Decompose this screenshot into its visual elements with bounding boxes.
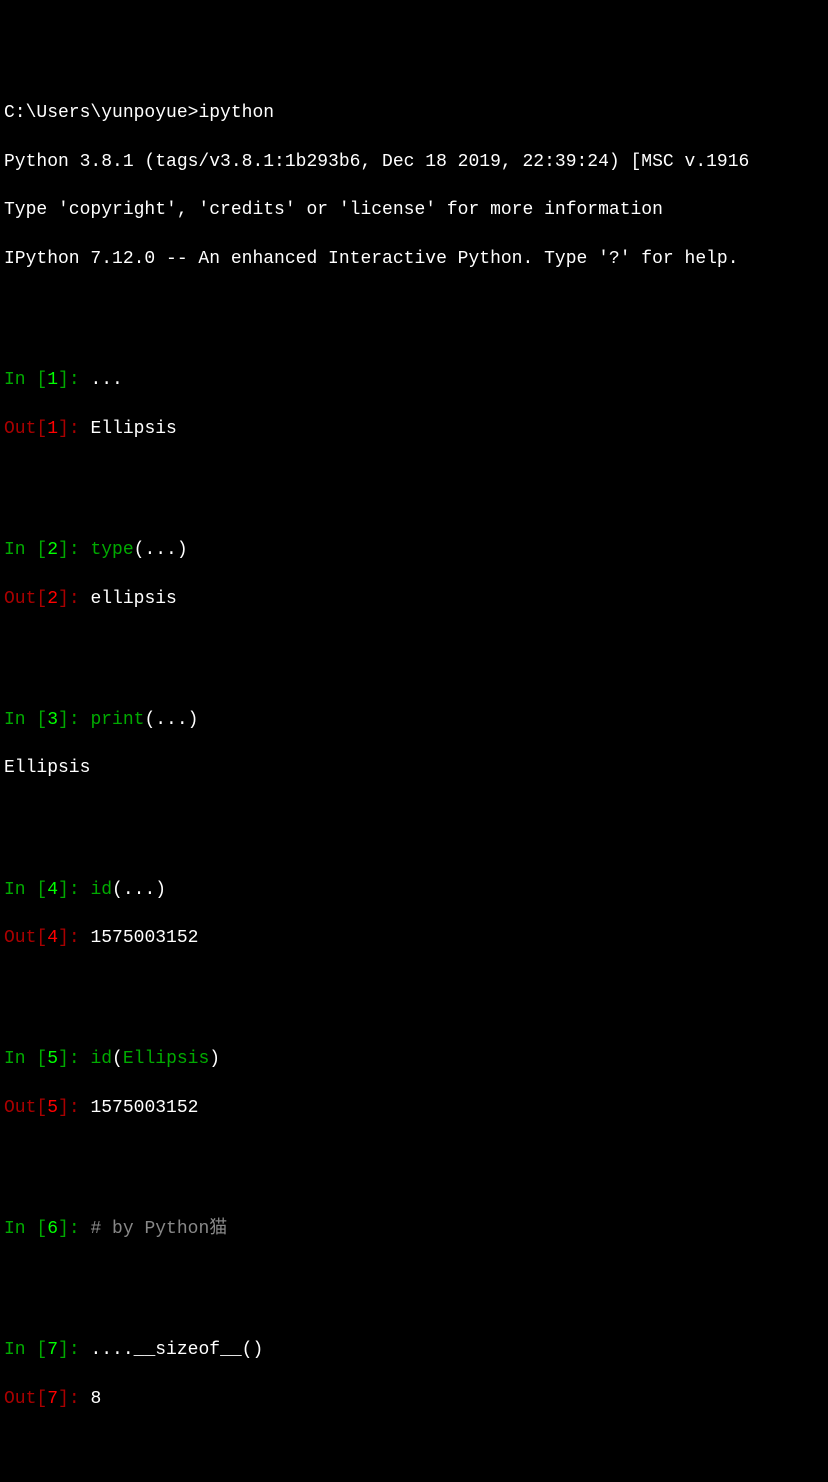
cell-6: In [6]: # by Python猫 <box>4 1217 824 1241</box>
python-version-line: Python 3.8.1 (tags/v3.8.1:1b293b6, Dec 1… <box>4 150 824 174</box>
in-prompt: In [5]: <box>4 1049 80 1069</box>
out-number: 5 <box>47 1098 58 1118</box>
in-number: 3 <box>47 710 58 730</box>
blank-line <box>4 805 824 829</box>
cell-4: In [4]: id(...) <box>4 878 824 902</box>
cell-input: ....__sizeof__() <box>80 1340 264 1360</box>
keyword-type: type <box>80 540 134 560</box>
in-prompt: In [1]: <box>4 370 80 390</box>
paren-open: ( <box>112 1049 123 1069</box>
cell-4-output: Out[4]: 1575003152 <box>4 926 824 950</box>
out-prompt: Out[2]: <box>4 589 80 609</box>
cell-7: In [7]: ....__sizeof__() <box>4 1338 824 1362</box>
cell-2-output: Out[2]: ellipsis <box>4 587 824 611</box>
blank-line <box>4 1266 824 1290</box>
cell-output: 1575003152 <box>80 928 199 948</box>
cell-7-output: Out[7]: 8 <box>4 1387 824 1411</box>
out-number: 4 <box>47 928 58 948</box>
cell-input: (...) <box>144 710 198 730</box>
arg-ellipsis: Ellipsis <box>123 1049 209 1069</box>
out-prompt: Out[7]: <box>4 1389 80 1409</box>
cell-input: (...) <box>112 880 166 900</box>
cell-3: In [3]: print(...) <box>4 708 824 732</box>
terminal-command: ipython <box>198 103 274 123</box>
in-prompt: In [3]: <box>4 710 80 730</box>
comment: # by Python猫 <box>80 1219 228 1239</box>
in-number: 1 <box>47 370 58 390</box>
out-number: 2 <box>47 589 58 609</box>
out-prompt: Out[1]: <box>4 419 80 439</box>
out-number: 1 <box>47 419 58 439</box>
blank-line <box>4 465 824 489</box>
in-number: 5 <box>47 1049 58 1069</box>
cell-output: Ellipsis <box>80 419 177 439</box>
blank-line <box>4 1435 824 1459</box>
blank-line <box>4 296 824 320</box>
copyright-line: Type 'copyright', 'credits' or 'license'… <box>4 198 824 222</box>
terminal-path: C:\Users\yunpoyue> <box>4 103 198 123</box>
out-prompt: Out[4]: <box>4 928 80 948</box>
in-prompt: In [6]: <box>4 1219 80 1239</box>
cell-5: In [5]: id(Ellipsis) <box>4 1047 824 1071</box>
cell-output: 1575003152 <box>80 1098 199 1118</box>
in-number: 4 <box>47 880 58 900</box>
cell-output: 8 <box>80 1389 102 1409</box>
cell-2: In [2]: type(...) <box>4 538 824 562</box>
cell-output: ellipsis <box>80 589 177 609</box>
keyword-id: id <box>80 880 112 900</box>
cell-1: In [1]: ... <box>4 368 824 392</box>
in-number: 7 <box>47 1340 58 1360</box>
in-prompt: In [4]: <box>4 880 80 900</box>
cell-5-output: Out[5]: 1575003152 <box>4 1096 824 1120</box>
ipython-version-line: IPython 7.12.0 -- An enhanced Interactiv… <box>4 247 824 271</box>
in-prompt: In [7]: <box>4 1340 80 1360</box>
in-prompt: In [2]: <box>4 540 80 560</box>
keyword-print: print <box>80 710 145 730</box>
cell-input: (...) <box>134 540 188 560</box>
blank-line <box>4 635 824 659</box>
in-number: 6 <box>47 1219 58 1239</box>
terminal-prompt-line: C:\Users\yunpoyue>ipython <box>4 101 824 125</box>
out-prompt: Out[5]: <box>4 1098 80 1118</box>
blank-line <box>4 1144 824 1168</box>
blank-line <box>4 975 824 999</box>
keyword-id: id <box>80 1049 112 1069</box>
out-number: 7 <box>47 1389 58 1409</box>
paren-close: ) <box>209 1049 220 1069</box>
cell-input: ... <box>80 370 123 390</box>
cell-1-output: Out[1]: Ellipsis <box>4 417 824 441</box>
print-output: Ellipsis <box>4 756 824 780</box>
in-number: 2 <box>47 540 58 560</box>
